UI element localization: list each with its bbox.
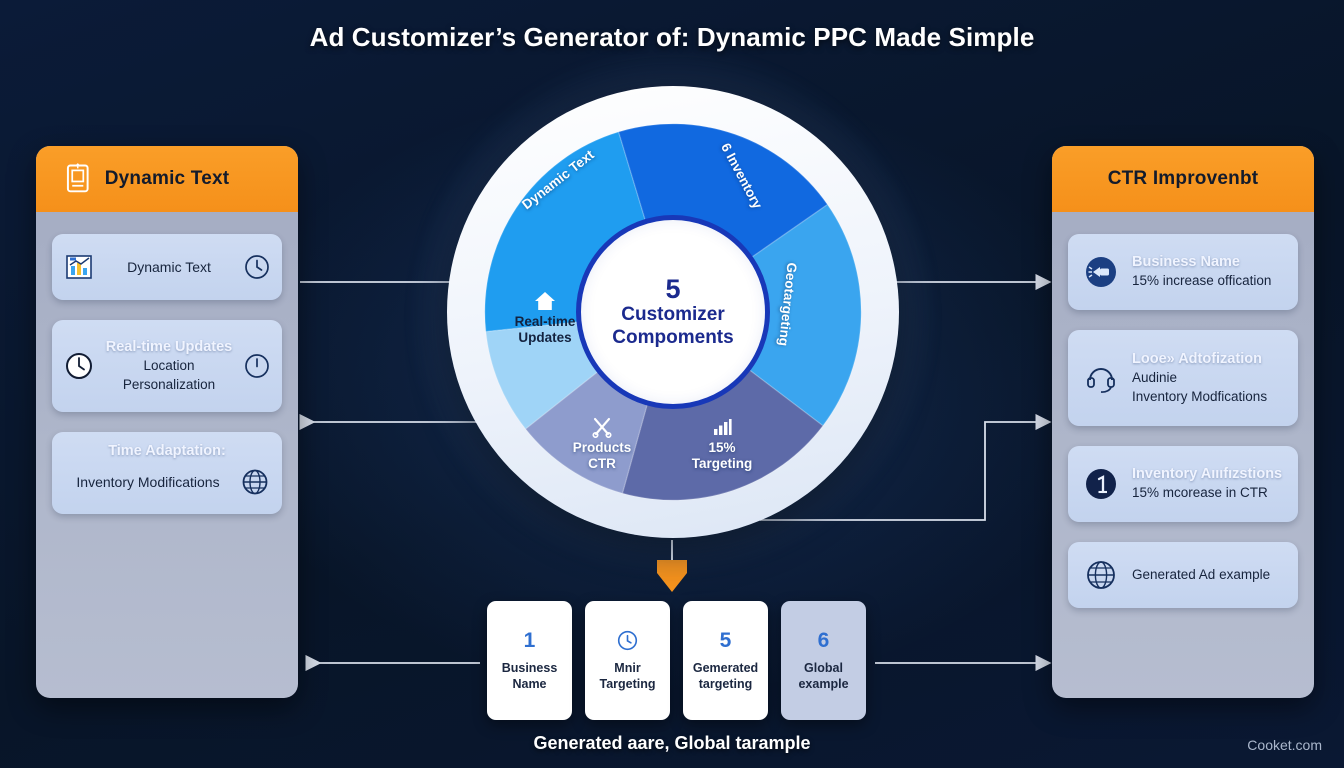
card-local-optimization-line-2: Inventory Modfications	[1132, 388, 1268, 404]
left-panel-title: Dynamic Text	[104, 168, 230, 189]
card-local-optimization-title: Looe» Adtofization	[1132, 351, 1262, 368]
bar-chart-icon	[66, 255, 92, 279]
bottom-card-generated-targeting[interactable]: 5 Gemerated targeting	[683, 601, 768, 720]
bottom-cards-row: 1 Business Name Mnir Targeting 5 Gemerat…	[487, 601, 866, 720]
clock-icon	[245, 354, 269, 378]
bottom-card-number: 1	[523, 628, 536, 652]
headset-icon	[1087, 368, 1115, 393]
hub-line-2: Compoments	[612, 327, 734, 349]
left-panel-body: Dynamic Text Real-time Updates Location …	[36, 212, 298, 514]
bottom-card-label-1: Global	[804, 660, 843, 675]
card-time-adaptation-line-1: Inventory Modifications	[76, 474, 220, 491]
clock-icon	[66, 353, 92, 379]
card-business-name-line-1: 15% increase offication	[1132, 273, 1272, 289]
right-panel-title: CTR Improvenbt	[1107, 168, 1259, 189]
card-inventory-modifications-line-1: 15% mcorease in CTR	[1132, 485, 1268, 501]
bottom-card-number: 5	[719, 628, 732, 652]
donut-center-hub: 5 Customizer Compoments	[576, 215, 770, 409]
card-business-name-title: Business Name	[1132, 254, 1240, 271]
bottom-card-label-2: example	[798, 676, 849, 691]
number-one-badge-icon	[1086, 469, 1116, 499]
card-dynamic-text[interactable]: Dynamic Text	[52, 234, 282, 300]
card-time-adaptation-title: Time Adaptation:	[108, 443, 226, 459]
hub-line-1: Customizer	[621, 304, 725, 326]
card-real-time-updates[interactable]: Real-time Updates Location Personalizati…	[52, 320, 282, 412]
bottom-card-mnir-targeting[interactable]: Mnir Targeting	[585, 601, 670, 720]
clock-icon	[245, 255, 269, 279]
card-local-optimization[interactable]: Looe» Adtofization Audinie Inventory Mod…	[1068, 330, 1298, 426]
left-panel: Dynamic Text Dynamic Text Real-time Upda…	[36, 146, 298, 698]
card-generated-ad-example-line-1: Generated Ad example	[1132, 566, 1271, 582]
card-business-name[interactable]: Business Name 15% increase offication	[1068, 234, 1298, 310]
megaphone-icon	[1086, 257, 1116, 287]
hub-number: 5	[665, 274, 681, 305]
card-generated-ad-example[interactable]: Generated Ad example	[1068, 542, 1298, 608]
card-real-time-updates-line-2: Personalization	[122, 376, 216, 392]
right-panel-body: Business Name 15% increase offication Lo…	[1052, 212, 1314, 608]
card-inventory-modifications-title: Inventory Aıııfızstions	[1132, 466, 1283, 483]
page-title: Ad Customizer’s Generator of: Dynamic PP…	[309, 22, 1035, 52]
customizer-components-donut-chart: 5 Customizer Compoments Dynamic Text 6 I…	[411, 50, 935, 574]
bottom-card-label-1: Business	[501, 660, 558, 675]
card-inventory-modifications[interactable]: Inventory Aıııfızstions 15% mcorease in …	[1068, 446, 1298, 522]
globe-icon	[1087, 561, 1115, 589]
bottom-card-label-1: Mnir	[614, 660, 641, 675]
left-panel-header: Dynamic Text	[36, 146, 298, 212]
bottom-card-label-2: Name	[512, 676, 547, 691]
right-panel: CTR Improvenbt Business Name 15% increas…	[1052, 146, 1314, 698]
globe-icon	[242, 469, 268, 495]
bottom-caption: Generated aare, Global tarample	[533, 733, 811, 753]
bottom-card-label-2: Targeting	[599, 676, 656, 691]
card-local-optimization-line-1: Audinie	[1132, 370, 1178, 386]
bottom-card-label-2: targeting	[698, 676, 753, 691]
card-real-time-updates-line-1: Location	[143, 358, 195, 374]
bottom-card-number: 6	[817, 628, 830, 652]
bottom-card-global-example[interactable]: 6 Global example	[781, 601, 866, 720]
bottom-card-label-1: Gemerated	[692, 660, 759, 675]
document-icon	[66, 163, 89, 193]
card-dynamic-text-label: Dynamic Text	[127, 259, 211, 275]
bottom-card-business-name[interactable]: 1 Business Name	[487, 601, 572, 720]
right-panel-header: CTR Improvenbt	[1052, 146, 1314, 212]
watermark: Cooket.com	[1247, 737, 1322, 753]
card-time-adaptation[interactable]: Time Adaptation: Inventory Modifications	[52, 432, 282, 514]
clock-icon	[617, 630, 638, 650]
card-real-time-updates-title: Real-time Updates	[105, 339, 233, 356]
